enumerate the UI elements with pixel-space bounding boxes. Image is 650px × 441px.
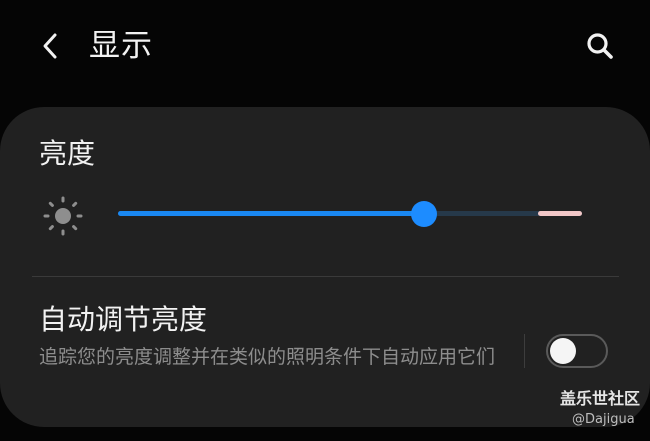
back-button[interactable]	[32, 26, 68, 66]
search-icon	[587, 33, 613, 59]
brightness-slider[interactable]	[114, 198, 586, 230]
chevron-left-icon	[43, 33, 57, 59]
toggle-knob	[550, 338, 576, 364]
sun-icon	[43, 196, 83, 236]
search-button[interactable]	[580, 26, 620, 66]
page-title: 显示	[89, 28, 153, 64]
brightness-card	[0, 107, 650, 427]
divider	[32, 276, 619, 277]
slider-fill	[118, 211, 425, 216]
display-settings-screen: 显示 亮度 自动调节亮度 追踪您的亮度调整并在类似的照明条件下自动应用它们 盖乐…	[0, 0, 650, 441]
adaptive-brightness-title: 自动调节亮度	[39, 303, 208, 336]
slider-extra-range	[538, 211, 582, 216]
adaptive-brightness-description: 追踪您的亮度调整并在类似的照明条件下自动应用它们	[39, 346, 496, 368]
watermark-handle: @Dajigua	[572, 412, 635, 427]
brightness-label: 亮度	[39, 137, 96, 170]
adaptive-brightness-toggle[interactable]	[546, 334, 608, 368]
vertical-divider	[524, 334, 525, 368]
watermark-logo: 盖乐世社区	[560, 389, 641, 408]
slider-thumb[interactable]	[411, 201, 438, 227]
